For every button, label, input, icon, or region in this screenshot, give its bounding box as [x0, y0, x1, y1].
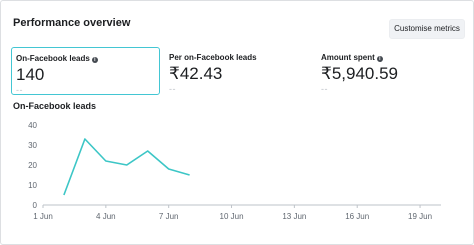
info-icon[interactable]: i	[91, 57, 98, 63]
y-tick-label: 10	[28, 181, 37, 190]
x-tick-label: 10 Jun	[220, 212, 244, 221]
metric-value: 140	[16, 65, 45, 84]
y-tick-label: 20	[28, 161, 37, 170]
info-icon[interactable]: i	[376, 56, 383, 62]
metric-value: ₹5,940.59	[321, 64, 398, 83]
line-chart: 0 10 20 30 40 1 Jun 4 Jun 7 Jun 10 Jun 13 Jun 16 J…	[28, 121, 441, 221]
metric-change: --	[169, 84, 176, 94]
metric-change: --	[16, 85, 23, 95]
metric-label: On-Facebook leads i	[16, 54, 155, 63]
metric-value: ₹42.43	[169, 64, 223, 83]
metric-label: Per on-Facebook leads	[169, 53, 257, 62]
metric-change: --	[321, 84, 328, 94]
x-tick-label: 19 Jun	[408, 212, 432, 221]
page-title: Performance overview	[13, 17, 131, 29]
metric-on-facebook-leads[interactable]: On-Facebook leads i 140 --	[11, 47, 160, 95]
metric-amount-spent[interactable]: Amount spent i ₹5,940.59 --	[317, 47, 467, 95]
x-tick-label: 16 Jun	[345, 212, 369, 221]
y-tick-label: 0	[33, 201, 38, 210]
x-tick-label: 4 Jun	[96, 212, 116, 221]
x-tick-label: 13 Jun	[282, 212, 306, 221]
customise-metrics-button[interactable]: Customise metrics	[389, 19, 465, 39]
y-tick-label: 30	[28, 141, 37, 150]
metric-per-on-facebook-leads[interactable]: Per on-Facebook leads ₹42.43 --	[165, 47, 315, 95]
y-tick-label: 40	[28, 121, 37, 130]
series-line	[63, 138, 190, 196]
x-tick-label: 7 Jun	[159, 212, 179, 221]
x-tick-label: 1 Jun	[33, 212, 53, 221]
chart-title: On-Facebook leads	[13, 101, 97, 111]
metric-label: Amount spent i	[321, 53, 463, 62]
performance-overview-card: Performance overview Customise metrics O…	[0, 0, 474, 245]
